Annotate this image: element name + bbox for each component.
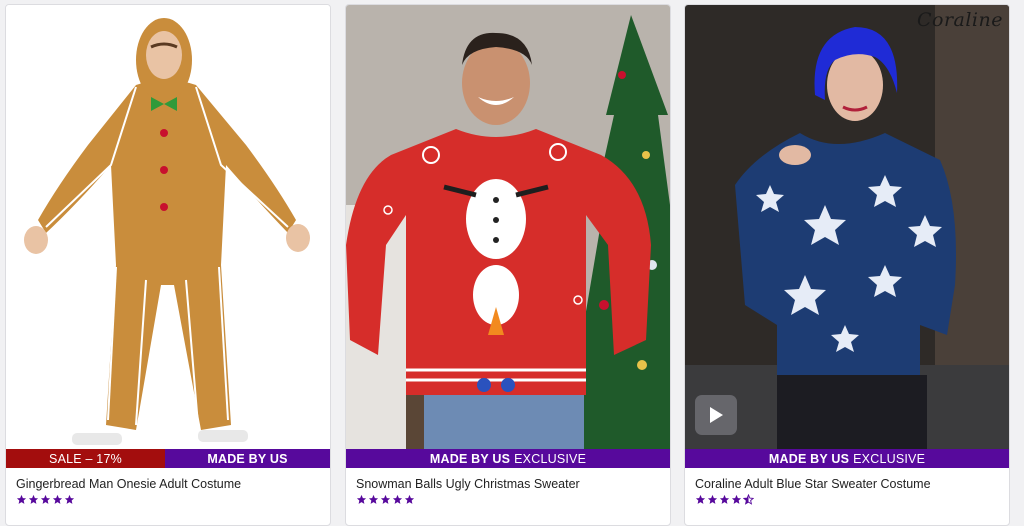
star-icon — [368, 494, 379, 504]
play-icon — [710, 407, 723, 423]
product-card-coraline-sweater[interactable]: Coraline MADE BY US EXCLUSIVE Coraline A… — [684, 4, 1010, 526]
rating-stars — [695, 494, 754, 505]
star-icon — [380, 494, 391, 504]
star-icon — [695, 494, 706, 504]
exclusive-label: EXCLUSIVE — [853, 451, 926, 466]
made-by-us-badge: MADE BY US — [165, 449, 330, 468]
star-icon — [64, 494, 75, 504]
product-image[interactable]: Coraline — [685, 5, 1009, 449]
product-grid: SALE – 17% MADE BY US Gingerbread Man On… — [0, 0, 1024, 526]
product-title[interactable]: Gingerbread Man Onesie Adult Costume — [16, 477, 241, 491]
star-icon — [404, 494, 415, 504]
coraline-logo: Coraline — [916, 9, 1003, 31]
made-by-us-label: MADE BY US — [768, 451, 850, 466]
product-badges: MADE BY US EXCLUSIVE — [346, 449, 670, 468]
rating-stars — [16, 494, 75, 505]
star-icon — [707, 494, 718, 504]
sale-badge: SALE – 17% — [6, 449, 165, 468]
star-icon — [356, 494, 367, 504]
made-by-us-label: MADE BY US — [429, 451, 511, 466]
star-icon — [16, 494, 27, 504]
product-badges: SALE – 17% MADE BY US — [6, 449, 330, 468]
made-by-us-label: MADE BY US — [207, 451, 288, 466]
star-icon — [719, 494, 730, 504]
half-star-icon — [743, 494, 754, 505]
rating-stars — [356, 494, 415, 505]
product-badges: MADE BY US EXCLUSIVE — [685, 449, 1009, 468]
exclusive-label: EXCLUSIVE — [514, 451, 587, 466]
product-title[interactable]: Snowman Balls Ugly Christmas Sweater — [356, 477, 580, 491]
star-icon — [40, 494, 51, 504]
product-card-gingerbread[interactable]: SALE – 17% MADE BY US Gingerbread Man On… — [5, 4, 331, 526]
star-icon — [392, 494, 403, 504]
product-card-snowman-sweater[interactable]: MADE BY US EXCLUSIVE Snowman Balls Ugly … — [345, 4, 671, 526]
product-title[interactable]: Coraline Adult Blue Star Sweater Costume — [695, 477, 931, 491]
product-image[interactable] — [6, 5, 330, 449]
product-image[interactable] — [346, 5, 670, 449]
play-video-button[interactable] — [695, 395, 737, 435]
star-icon — [731, 494, 742, 504]
made-by-us-badge: MADE BY US EXCLUSIVE — [346, 449, 670, 468]
star-icon — [52, 494, 63, 504]
made-by-us-badge: MADE BY US EXCLUSIVE — [685, 449, 1009, 468]
star-icon — [28, 494, 39, 504]
